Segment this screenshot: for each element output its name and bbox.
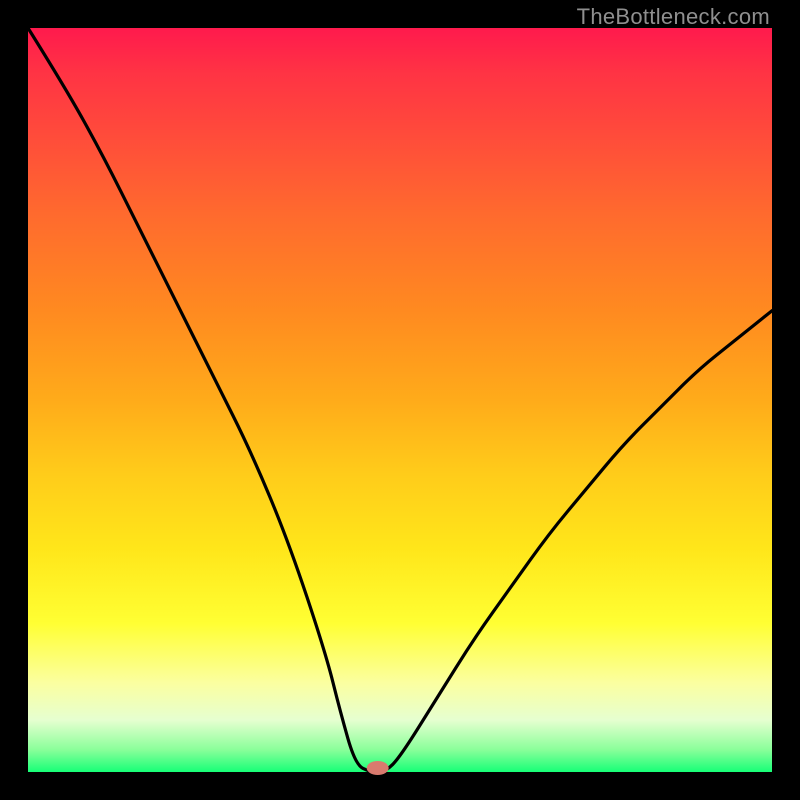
- bottleneck-curve-svg: [28, 28, 772, 772]
- bottleneck-curve: [28, 28, 772, 772]
- chart-frame: TheBottleneck.com: [0, 0, 800, 800]
- watermark-text: TheBottleneck.com: [577, 4, 770, 30]
- min-marker: [367, 761, 389, 775]
- plot-area: [28, 28, 772, 772]
